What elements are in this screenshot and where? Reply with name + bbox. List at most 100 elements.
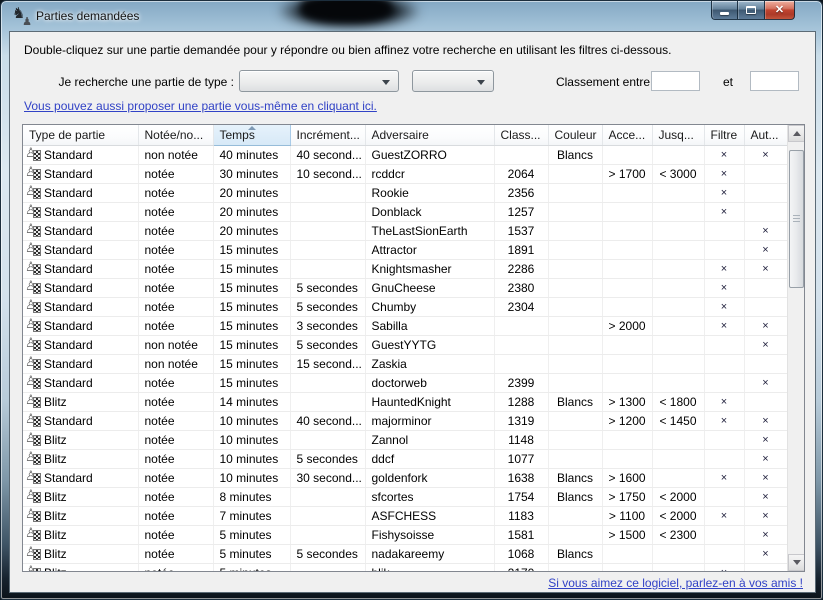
rating-cell: 2399 [494,373,548,392]
rating-below-cell: < 3000 [652,164,704,183]
table-row[interactable]: ♙ Standard notée 30 minutes 10 second...… [23,164,787,183]
time-cell: 15 minutes [213,259,290,278]
adversary-cell: doctorweb [365,373,494,392]
filtre-cell: × [704,411,744,430]
checkerboard-icon [33,226,41,237]
rating-below-cell: < 1800 [652,392,704,411]
filtre-cell [704,487,744,506]
chess-pawn-icon: ♙ [26,148,41,162]
table-row[interactable]: ♙ Standard notée 15 minutes 5 secondes C… [23,297,787,316]
column-header[interactable]: Class... [494,125,548,145]
scroll-down-button[interactable] [788,554,805,571]
aut-cell [744,392,787,411]
minimize-button[interactable] [711,1,738,20]
table-row[interactable]: ♙ Blitz notée 5 minutes Fishysoisse 1581 [23,525,787,544]
increment-cell: 5 secondes [290,278,365,297]
filtre-cell: × [704,183,744,202]
column-header[interactable]: Type de partie [23,125,138,145]
table-row[interactable]: ♙ Blitz notée 5 minutes blik 2170 [23,563,787,571]
table-row[interactable]: ♙ Standard non notée 40 minutes 40 secon… [23,145,787,164]
rating-above-cell [602,202,652,221]
rating-below-cell [652,278,704,297]
table-row[interactable]: ♙ Blitz notée 10 minutes Zannol 1148 [23,430,787,449]
rating-cell: 1754 [494,487,548,506]
table-row[interactable]: ♙ Standard non notée 15 minutes 15 secon… [23,354,787,373]
color-cell: Blancs [548,145,602,164]
table-row[interactable]: ♙ Blitz notée 8 minutes sfcortes 1754 Bl… [23,487,787,506]
column-header[interactable]: Filtre [704,125,744,145]
table-row[interactable]: ♙ Standard notée 15 minutes doctorweb 23… [23,373,787,392]
column-header[interactable]: Notée/no... [138,125,213,145]
window-title: Parties demandées [36,9,139,23]
table-row[interactable]: ♙ Standard notée 20 minutes Rookie 2356 [23,183,787,202]
color-cell: Blancs [548,392,602,411]
color-cell: Blancs [548,544,602,563]
column-header[interactable]: Aut... [744,125,787,145]
rating-below-cell [652,449,704,468]
rating-range-label: Classement entre [550,75,650,89]
minimize-icon [720,12,729,15]
rating-cell: 2286 [494,259,548,278]
column-header[interactable]: Jusq... [652,125,704,145]
table-row[interactable]: ♙ Blitz notée 7 minutes ASFCHESS 1183 [23,506,787,525]
table-row[interactable]: ♙ Standard notée 20 minutes TheLastSionE… [23,221,787,240]
filtre-cell: × [704,468,744,487]
chess-pawn-icon: ♙ [26,167,41,181]
adversary-cell: GnuCheese [365,278,494,297]
table-row[interactable]: ♙ Standard notée 15 minutes 3 secondes S… [23,316,787,335]
adversary-cell: GuestZORRO [365,145,494,164]
increment-cell [290,430,365,449]
scrollbar-thumb[interactable] [789,150,804,288]
game-type-combobox[interactable] [239,70,399,92]
table-row[interactable]: ♙ Blitz notée 14 minutes HauntedKnight 1… [23,392,787,411]
table-row[interactable]: ♙ Standard notée 20 minutes Donblack 125… [23,202,787,221]
game-type-cell: Blitz [44,566,67,572]
chess-pawn-icon: ♙ [26,433,41,447]
table-row[interactable]: ♙ Blitz notée 5 minutes 5 secondes nadak… [23,544,787,563]
filtre-cell: × [704,297,744,316]
aut-cell [744,164,787,183]
color-cell [548,506,602,525]
aut-cell: × [744,468,787,487]
rating-above-cell [602,278,652,297]
column-header[interactable]: Temps [213,125,290,145]
table-row[interactable]: ♙ Standard notée 10 minutes 40 second...… [23,411,787,430]
adversary-cell: Zaskia [365,354,494,373]
color-cell [548,354,602,373]
column-header[interactable]: Adversaire [365,125,494,145]
table-row[interactable]: ♙ Blitz notée 10 minutes 5 secondes ddcf… [23,449,787,468]
close-button[interactable]: ✕ [765,1,795,20]
table-row[interactable]: ♙ Standard notée 15 minutes 5 secondes G… [23,278,787,297]
rating-cell: 1891 [494,240,548,259]
scroll-up-button[interactable] [788,125,805,142]
rating-min-input[interactable] [651,71,700,91]
increment-cell: 30 second... [290,468,365,487]
table-row[interactable]: ♙ Standard non notée 15 minutes 5 second… [23,335,787,354]
rating-max-input[interactable] [750,71,799,91]
rating-below-cell [652,316,704,335]
aut-cell: × [744,449,787,468]
vertical-scrollbar[interactable] [787,125,804,571]
adversary-cell: ddcf [365,449,494,468]
rating-above-cell [602,259,652,278]
aut-cell: × [744,411,787,430]
table-row[interactable]: ♙ Standard notée 15 minutes Attractor 18… [23,240,787,259]
column-header[interactable]: Couleur [548,125,602,145]
chess-pawn-icon: ♙ [26,509,41,523]
share-link[interactable]: Si vous aimez ce logiciel, parlez-en à v… [548,576,803,590]
table-row[interactable]: ♙ Standard notée 15 minutes Knightsmashe… [23,259,787,278]
rating-above-cell: > 1200 [602,411,652,430]
increment-cell: 10 second... [290,164,365,183]
propose-game-link[interactable]: Vous pouvez aussi proposer une partie vo… [24,99,377,113]
table-row[interactable]: ♙ Standard notée 10 minutes 30 second...… [23,468,787,487]
color-cell [548,335,602,354]
secondary-filter-combobox[interactable] [412,70,494,92]
column-header[interactable]: Incrément... [290,125,365,145]
checkerboard-icon [33,378,41,389]
color-cell: Blancs [548,468,602,487]
time-cell: 15 minutes [213,240,290,259]
arrow-up-icon [793,131,801,136]
column-header[interactable]: Acce... [602,125,652,145]
maximize-button[interactable] [738,1,765,20]
rated-cell: non notée [138,145,213,164]
